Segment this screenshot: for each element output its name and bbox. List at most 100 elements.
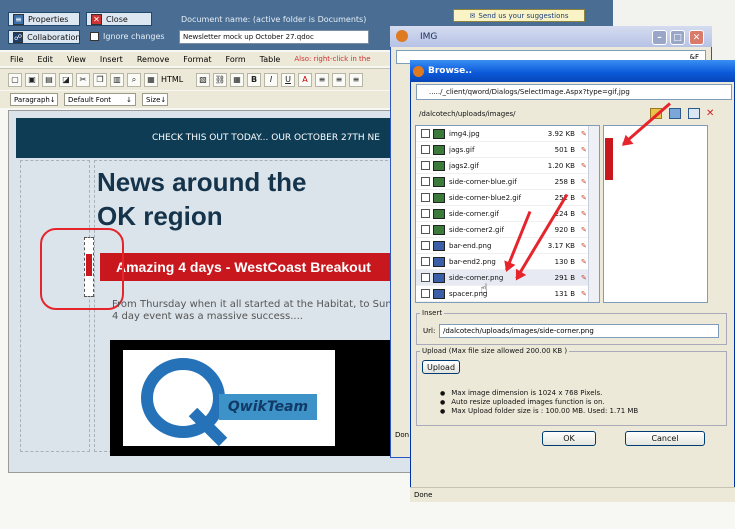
align-left-icon[interactable]: ≡ [315,72,329,87]
upload-button[interactable]: Upload [422,360,460,374]
menu-file[interactable]: File [10,55,23,64]
file-checkbox[interactable] [421,273,430,282]
image-file-icon [433,288,445,299]
file-row[interactable]: bar-end.png 3.17 KB ✎ [416,238,599,254]
file-name[interactable]: img4.jpg [449,130,539,138]
edit-pencil-icon[interactable]: ✎ [581,274,587,282]
underline-icon[interactable]: U [281,72,295,87]
file-size: 258 B [554,177,575,186]
file-name[interactable]: jags2.gif [449,162,539,170]
menu-insert[interactable]: Insert [100,55,123,64]
edit-pencil-icon[interactable]: ✎ [581,194,587,202]
copy-icon[interactable]: ❐ [93,72,107,87]
edit-pencil-icon[interactable]: ✎ [581,146,587,154]
edit-pencil-icon[interactable]: ✎ [581,290,587,298]
eraser-icon[interactable]: ◪ [59,72,73,87]
link-icon[interactable]: ⛓ [213,72,227,87]
ok-button[interactable]: OK [542,431,596,446]
font-dropdown[interactable]: Default Font ↓ [64,93,136,106]
cancel-button[interactable]: Cancel [625,431,705,446]
browse-title: Browse.. [428,66,473,76]
menu-edit[interactable]: Edit [37,55,53,64]
suggestions-button[interactable]: ✉ Send us your suggestions [453,9,585,22]
open-folder-icon[interactable]: ▣ [25,72,39,87]
properties-button[interactable]: ≡ Properties [8,12,80,26]
file-checkbox[interactable] [421,145,430,154]
menu-remove[interactable]: Remove [137,55,169,64]
file-row[interactable]: jags.gif 501 B ✎ [416,142,599,158]
file-checkbox[interactable] [421,241,430,250]
table-icon[interactable]: ▦ [230,72,244,87]
paste-files-icon[interactable] [688,108,700,119]
edit-pencil-icon[interactable]: ✎ [581,226,587,234]
align-right-icon[interactable]: ≡ [349,72,363,87]
bold-icon[interactable]: B [247,72,261,87]
file-row[interactable]: side-corner-blue2.gif 252 B ✎ [416,190,599,206]
file-name[interactable]: side-corner-blue.gif [449,178,539,186]
menu-format[interactable]: Format [183,55,211,64]
file-row[interactable]: side-corner.gif 224 B ✎ [416,206,599,222]
minimize-icon[interactable]: – [652,30,667,45]
size-dropdown[interactable]: Size ↓ [142,93,168,106]
image-file-icon [433,192,445,203]
close-window-icon[interactable]: ✕ [689,30,704,45]
file-checkbox[interactable] [421,225,430,234]
file-row[interactable]: img4.jpg 3.92 KB ✎ [416,126,599,142]
article-text-line-2: 4 day event was a massive success.... [112,311,303,322]
copy-files-icon[interactable] [669,108,681,119]
edit-pencil-icon[interactable]: ✎ [581,210,587,218]
file-name[interactable]: side-corner-blue2.gif [449,194,539,202]
html-button[interactable]: HTML [161,75,193,84]
menu-table[interactable]: Table [260,55,281,64]
close-button[interactable]: ✕ Close [86,12,152,26]
hand-cursor-icon: ☝ [480,282,488,297]
delete-icon[interactable]: ✕ [706,108,718,119]
file-name[interactable]: jags.gif [449,146,539,154]
align-center-icon[interactable]: ≡ [332,72,346,87]
file-checkbox[interactable] [421,193,430,202]
file-row[interactable]: spacer.png 131 B ✎ [416,286,599,302]
menu-form[interactable]: Form [226,55,246,64]
paste-icon[interactable]: ▥ [110,72,124,87]
maximize-icon[interactable]: □ [670,30,685,45]
paragraph-dropdown[interactable]: Paragraph ↓ [10,93,58,106]
file-name[interactable]: side-corner2.gif [449,226,539,234]
font-value: Default Font [68,95,112,104]
italic-icon[interactable]: I [264,72,278,87]
image-icon[interactable]: ▧ [196,72,210,87]
file-row[interactable]: jags2.gif 1.20 KB ✎ [416,158,599,174]
file-checkbox[interactable] [421,257,430,266]
menu-view[interactable]: View [67,55,86,64]
image-file-icon [433,128,445,139]
save-icon[interactable]: ▤ [42,72,56,87]
edit-pencil-icon[interactable]: ✎ [581,162,587,170]
file-row[interactable]: side-corner2.gif 920 B ✎ [416,222,599,238]
file-checkbox[interactable] [421,177,430,186]
document-name-field[interactable]: Newsletter mock up October 27.qdoc [179,30,369,44]
edit-pencil-icon[interactable]: ✎ [581,258,587,266]
image-file-icon [433,144,445,155]
firefox-icon [396,30,408,42]
ignore-changes-checkbox[interactable] [90,32,99,41]
edit-pencil-icon[interactable]: ✎ [581,178,587,186]
envelope-icon: ✉ [469,11,476,20]
edit-pencil-icon[interactable]: ✎ [581,242,587,250]
file-name[interactable]: spacer.png [449,290,539,298]
image-url-input[interactable]: /dalcotech/uploads/images/side-corner.pn… [439,324,719,338]
file-name[interactable]: bar-end.png [449,242,539,250]
find-icon[interactable]: ⌕ [127,72,141,87]
file-size: 3.92 KB [547,129,575,138]
file-checkbox[interactable] [421,161,430,170]
file-checkbox[interactable] [421,129,430,138]
cut-icon[interactable]: ✂ [76,72,90,87]
file-checkbox[interactable] [421,209,430,218]
font-color-icon[interactable]: A [298,72,312,87]
paragraph-value: Paragraph [14,95,50,104]
edit-pencil-icon[interactable]: ✎ [581,130,587,138]
file-list-scrollbar[interactable] [588,126,599,302]
file-checkbox[interactable] [421,289,430,298]
grid-icon[interactable]: ▦ [144,72,158,87]
file-row[interactable]: side-corner-blue.gif 258 B ✎ [416,174,599,190]
new-doc-icon[interactable]: ▢ [8,72,22,87]
collaboration-button[interactable]: ☍ Collaboration [8,30,80,44]
